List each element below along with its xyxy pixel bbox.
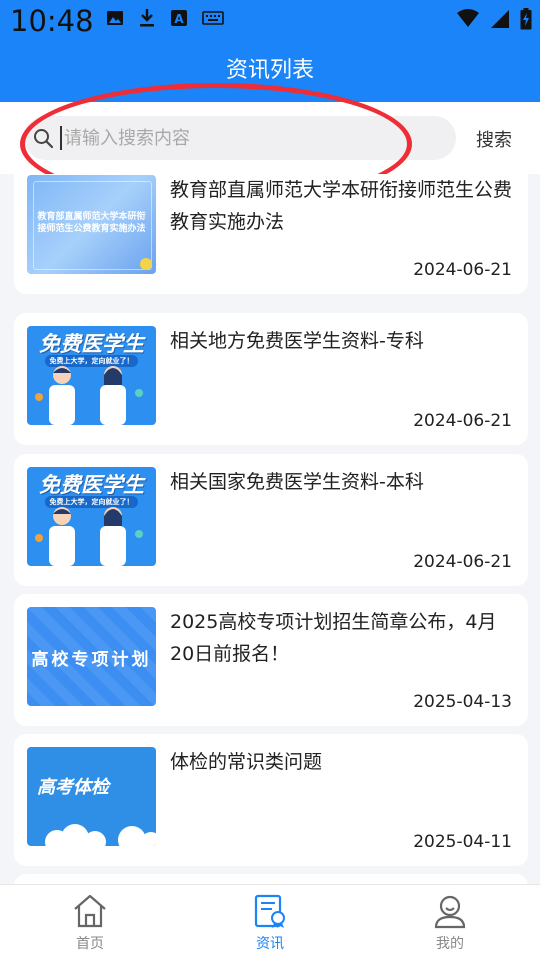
news-date: 2024-06-21 xyxy=(413,260,512,280)
top-bar: 10:48 A 资讯列表 xyxy=(0,0,540,102)
home-icon xyxy=(74,894,106,928)
cloud-decoration xyxy=(45,824,156,846)
search-area: 搜索 xyxy=(0,102,540,174)
nav-item-profile[interactable]: 我的 xyxy=(360,885,540,960)
news-title: 相关地方免费医学生资料-专科 xyxy=(170,330,424,352)
image-icon xyxy=(107,11,123,25)
bottom-nav: 首页 资讯 我的 xyxy=(0,884,540,960)
news-date: 2024-06-21 xyxy=(413,411,512,431)
status-icons-right xyxy=(456,8,532,30)
page-title: 资讯列表 xyxy=(225,58,314,83)
doctors-illustration xyxy=(35,507,143,566)
news-thumbnail: 高考体检 xyxy=(27,747,156,846)
app-a-icon: A xyxy=(171,10,187,26)
news-date: 2025-04-13 xyxy=(413,692,512,712)
nav-item-news[interactable]: 资讯 xyxy=(180,885,360,960)
thumb-caption: 教育部直属师范大学本研衔接师范生公费教育实施办法 xyxy=(37,212,146,234)
search-button[interactable]: 搜索 xyxy=(476,126,512,152)
news-document-icon xyxy=(254,894,285,928)
svg-text:A: A xyxy=(174,12,184,26)
news-title: 相关国家免费医学生资料-本科 xyxy=(170,471,424,493)
keyboard-icon xyxy=(202,11,224,25)
search-icon xyxy=(34,129,54,149)
nav-item-home[interactable]: 首页 xyxy=(0,885,180,960)
news-thumbnail: 高校专项计划 xyxy=(27,607,156,706)
battery-charging-icon xyxy=(520,8,532,30)
news-card[interactable]: 高考体检 体检的常识类问题 2025-04-11 xyxy=(14,734,528,866)
signal-icon xyxy=(491,10,509,28)
news-date: 2024-06-21 xyxy=(413,552,512,572)
search-box[interactable] xyxy=(24,116,456,160)
news-title: 体检的常识类问题 xyxy=(170,751,323,773)
profile-icon xyxy=(434,895,466,929)
news-card[interactable]: 高校专项计划 2025高校专项计划招生简章公布，4月20日前报名！ 2025-0… xyxy=(14,594,528,726)
news-list[interactable]: 教育部直属师范大学本研衔接师范生公费教育实施办法 教育部直属师范大学本研衔接师范… xyxy=(0,174,540,884)
status-time: 10:48 xyxy=(10,4,94,38)
news-card[interactable]: 教育部直属师范大学本研衔接师范生公费教育实施办法 教育部直属师范大学本研衔接师范… xyxy=(14,174,528,294)
news-card[interactable] xyxy=(14,874,528,884)
search-input[interactable] xyxy=(60,126,426,150)
status-icons-left: A xyxy=(106,8,224,28)
news-card[interactable]: 免费医学生 免费上大学，定向就业了！ 相关国家免费医学生资料-本科 2024-0… xyxy=(14,454,528,586)
nav-label-home: 首页 xyxy=(76,936,104,952)
status-bar: 10:48 A xyxy=(0,0,540,44)
app-root: 10:48 A 资讯列表 请输入搜索内容 搜索 教育部直属师范大学本研衔接师范生… xyxy=(0,0,540,960)
thumb-caption: 免费医学生 xyxy=(39,332,144,356)
news-title: 教育部直属师范大学本研衔接师范生公费教育实施办法 xyxy=(170,179,513,233)
thumb-caption: 免费医学生 xyxy=(39,473,144,497)
download-icon xyxy=(140,9,154,27)
wifi-icon xyxy=(457,9,479,27)
news-thumbnail: 免费医学生 免费上大学，定向就业了！ xyxy=(27,326,156,425)
doctors-illustration xyxy=(35,366,143,425)
thumb-caption: 高考体检 xyxy=(37,777,109,798)
thumb-caption: 高校专项计划 xyxy=(31,650,152,670)
nav-label-news: 资讯 xyxy=(256,936,284,952)
news-thumbnail: 免费医学生 免费上大学，定向就业了！ xyxy=(27,467,156,566)
news-thumbnail: 教育部直属师范大学本研衔接师范生公费教育实施办法 xyxy=(27,175,156,274)
news-card[interactable]: 免费医学生 免费上大学，定向就业了！ 相关地方免费医学生资料-专科 2024-0… xyxy=(14,313,528,445)
news-title: 2025高校专项计划招生简章公布，4月20日前报名！ xyxy=(170,611,497,665)
news-date: 2025-04-11 xyxy=(413,832,512,852)
nav-label-profile: 我的 xyxy=(436,936,464,952)
